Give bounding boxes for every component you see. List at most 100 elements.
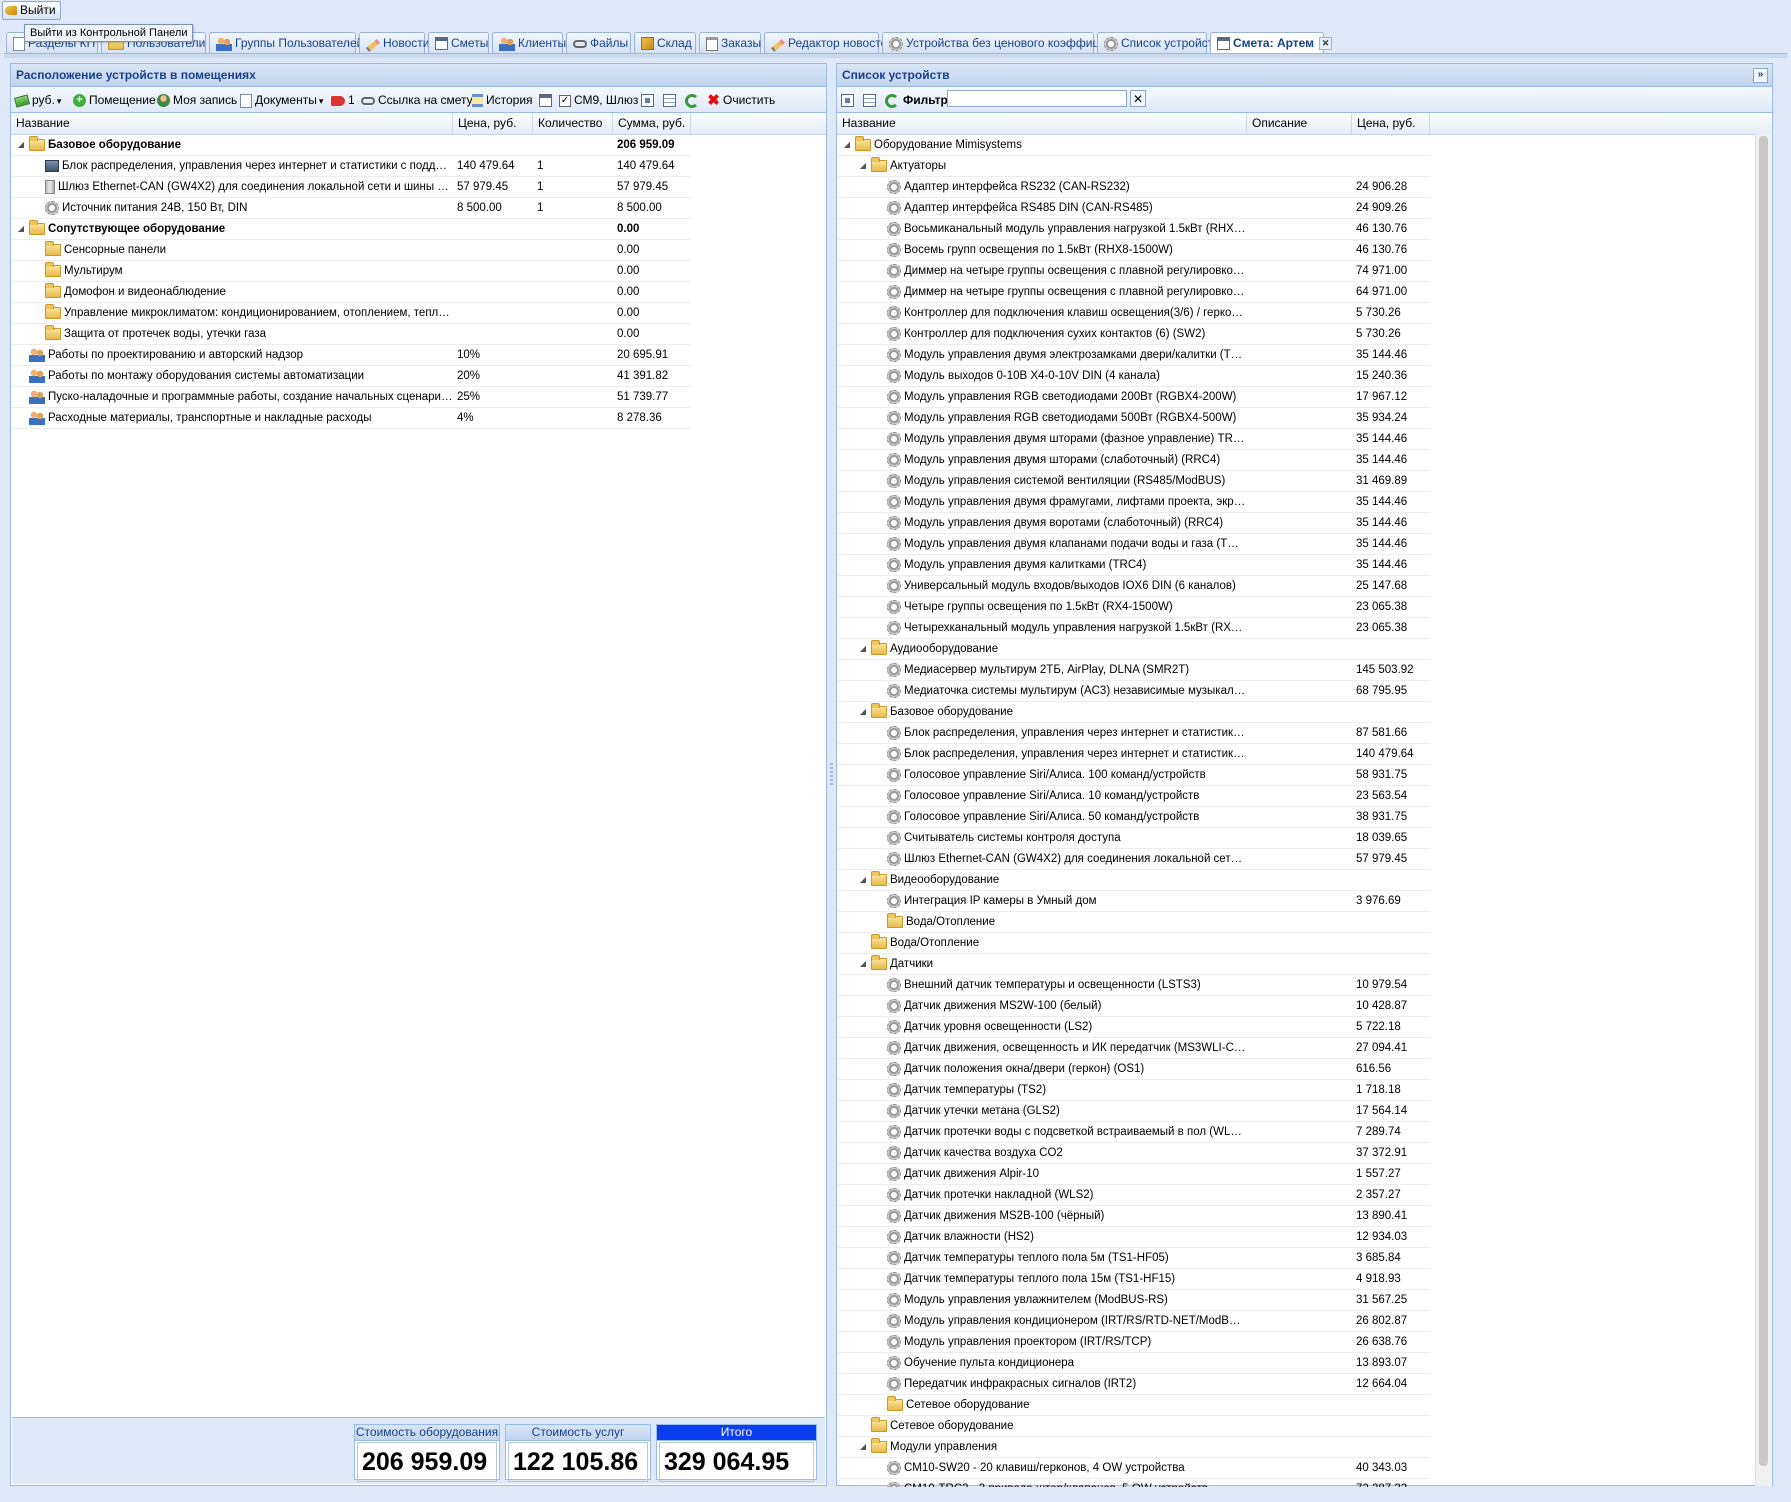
tree-row[interactable]: Датчик качества воздуха CO2 37 372.91 <box>837 1143 1430 1164</box>
tree-row[interactable]: Блок распределения, управления через инт… <box>837 744 1430 765</box>
tree-row[interactable]: Универсальный модуль входов/выходов IOX6… <box>837 576 1430 597</box>
tree-row[interactable]: ◢ Актуаторы <box>837 156 1430 177</box>
tab-6[interactable]: Клиенты <box>492 32 566 53</box>
tree-row[interactable]: ◢ Видеооборудование <box>837 870 1430 891</box>
col-description[interactable]: Описание <box>1247 113 1352 134</box>
tree-row[interactable]: Сетевое оборудование <box>837 1395 1430 1416</box>
tree-row[interactable]: Модуль управления двумя воротами (слабот… <box>837 513 1430 534</box>
tab-8[interactable]: Склад <box>634 32 696 53</box>
tree-row[interactable]: Датчик движения MS2B-100 (чёрный) 13 890.… <box>837 1206 1430 1227</box>
estimate-link-button[interactable]: Ссылка на смету <box>361 92 473 108</box>
tree-row[interactable]: Пуско-наладочные и программные работы, с… <box>11 387 691 408</box>
filter-input[interactable] <box>947 90 1127 107</box>
tree-row[interactable]: Сетевое оборудование <box>837 1416 1430 1437</box>
scrollbar[interactable] <box>1755 134 1772 1486</box>
tree-row[interactable]: ◢ Базовое оборудование <box>837 702 1430 723</box>
refresh-button[interactable] <box>685 92 702 108</box>
expand-all-button[interactable] <box>841 92 857 108</box>
tree-row[interactable]: ◢ Базовое оборудование 206 959.09 <box>11 135 691 156</box>
tree-row[interactable]: Датчик влажности (HS2) 12 934.03 <box>837 1227 1430 1248</box>
tab-10[interactable]: Редактор новостей <box>764 32 894 53</box>
tree-row[interactable]: Медиасервер мультирум 2ТБ, AirPlay, DLNA… <box>837 660 1430 681</box>
tree-row[interactable]: Работы по монтажу оборудования системы а… <box>11 366 691 387</box>
exit-button[interactable]: Выйти <box>2 1 61 20</box>
tree-row[interactable]: Управление микроклиматом: кондиционирова… <box>11 303 691 324</box>
col-price[interactable]: Цена, руб. <box>453 113 533 134</box>
tree-row[interactable]: Датчик температуры (TS2) 1 718.18 <box>837 1080 1430 1101</box>
tree-row[interactable]: Вода/Отопление <box>837 933 1430 954</box>
tree-row[interactable]: Внешний датчик температуры и освещенност… <box>837 975 1430 996</box>
tree-row[interactable]: Считыватель системы контроля доступа 18 0… <box>837 828 1430 849</box>
tab-12[interactable]: Список устройств <box>1097 32 1220 53</box>
tree-row[interactable]: Модуль выходов 0-10В X4-0-10V DIN (4 кан… <box>837 366 1430 387</box>
tree-row[interactable]: Источник питания 24В, 150 Вт, DIN 8 500.0… <box>11 198 691 219</box>
my-record-button[interactable]: Моя запись <box>157 92 237 108</box>
tree-row[interactable]: Модуль управления двумя калитками (TRC4)… <box>837 555 1430 576</box>
tree-row[interactable]: Датчик движения Alpir-10 1 557.27 <box>837 1164 1430 1185</box>
tree-row[interactable]: Контроллер для подключения клавиш освеще… <box>837 303 1430 324</box>
currency-menu[interactable]: руб. <box>13 92 61 108</box>
tree-row[interactable]: Адаптер интерфейса RS485 DIN (CAN-RS485)… <box>837 198 1430 219</box>
tree-row[interactable]: Модуль управления двумя шторами (слабото… <box>837 450 1430 471</box>
tree-row[interactable]: Датчик утечки метана (GLS2) 17 564.14 <box>837 1101 1430 1122</box>
tree-row[interactable]: Блок распределения, управления через инт… <box>837 723 1430 744</box>
tree-row[interactable]: Шлюз Ethernet-CAN (GW4X2) для соединения… <box>837 849 1430 870</box>
tab-5[interactable]: Сметы <box>428 32 489 53</box>
tag-button[interactable]: 1 <box>331 92 355 108</box>
tab-4[interactable]: Новости <box>359 32 429 53</box>
tab-13[interactable]: Смета: Артем ✕ <box>1210 32 1333 55</box>
tab-7[interactable]: Файлы <box>566 32 631 53</box>
tree-row[interactable]: Четырехканальный модуль управления нагру… <box>837 618 1430 639</box>
tree-row[interactable]: Датчик движения MS2W-100 (белый) 10 428.8… <box>837 996 1430 1017</box>
tree-row[interactable]: Датчик уровня освещенности (LS2) 5 722.18 <box>837 1017 1430 1038</box>
tree-row[interactable]: Сенсорные панели 0.00 <box>11 240 691 261</box>
list-button[interactable] <box>663 92 679 108</box>
close-tab-icon[interactable]: ✕ <box>1319 37 1333 51</box>
tree-row[interactable]: ◢ Сопутствующее оборудование 0.00 <box>11 219 691 240</box>
tree-row[interactable]: Модуль управления двумя шторами (фазное … <box>837 429 1430 450</box>
tree-row[interactable]: Датчик температуры теплого пола 5м (TS1-… <box>837 1248 1430 1269</box>
tree-row[interactable]: Блок распределения, управления через инт… <box>11 156 691 177</box>
tree-row[interactable]: Модуль управления проектором (IRT/RS/TCP… <box>837 1332 1430 1353</box>
col-price[interactable]: Цена, руб. <box>1352 113 1430 134</box>
tree-row[interactable]: ◢ Датчики <box>837 954 1430 975</box>
tree-row[interactable]: Восемь групп освещения по 1.5кВт (RHX8-1… <box>837 240 1430 261</box>
tree-row[interactable]: Модуль управления двумя клапанами подачи… <box>837 534 1430 555</box>
tree-row[interactable]: ◢ Оборудование Mimisystems <box>837 135 1430 156</box>
tree-row[interactable]: Работы по проектированию и авторский над… <box>11 345 691 366</box>
clear-button[interactable]: ✖ Очистить <box>707 92 775 108</box>
tree-row[interactable]: Домофон и видеонаблюдение 0.00 <box>11 282 691 303</box>
history-button[interactable]: История <box>472 92 533 108</box>
clear-filter-button[interactable]: ✕ <box>1130 90 1146 107</box>
tab-3[interactable]: Группы Пользователей КП <box>209 32 382 53</box>
tree-row[interactable]: Модуль управления увлажнителем (ModBUS-R… <box>837 1290 1430 1311</box>
tree-row[interactable]: Контроллер для подключения сухих контакт… <box>837 324 1430 345</box>
add-room-button[interactable]: + Помещение <box>73 92 156 108</box>
tree-row[interactable]: Голосовое управление Siri/Алиса. 100 ком… <box>837 765 1430 786</box>
col-name[interactable]: Название <box>837 113 1247 134</box>
tree-row[interactable]: Датчик протечки накладной (WLS2) 2 357.27 <box>837 1185 1430 1206</box>
tree-row[interactable]: Модуль управления RGB светодиодами 500Вт… <box>837 408 1430 429</box>
tree-row[interactable]: Обучение пульта кондиционера 13 893.07 <box>837 1353 1430 1374</box>
collapse-all-button[interactable] <box>863 92 879 108</box>
tab-9[interactable]: Заказы <box>699 32 761 53</box>
tree-row[interactable]: Модуль управления кондиционером (IRT/RS/… <box>837 1311 1430 1332</box>
tree-row[interactable]: Защита от протечек воды, утечки газа 0.00 <box>11 324 691 345</box>
tree-row[interactable]: Модуль управления RGB светодиодами 200Вт… <box>837 387 1430 408</box>
tree-row[interactable]: Датчик положения окна/двери (геркон) (OS… <box>837 1059 1430 1080</box>
grid-button[interactable] <box>539 92 555 108</box>
expand-button[interactable] <box>641 92 657 108</box>
cm9-checkbox[interactable]: ✓ СМ9, Шлюз <box>559 92 638 108</box>
tree-row[interactable]: Модуль управления двумя электрозамками д… <box>837 345 1430 366</box>
tree-row[interactable]: Диммер на четыре группы освещения с плав… <box>837 261 1430 282</box>
refresh-button[interactable] <box>885 92 902 108</box>
col-name[interactable]: Название <box>11 113 453 134</box>
tree-row[interactable]: Восьмиканальный модуль управления нагруз… <box>837 219 1430 240</box>
tree-row[interactable]: ◢ Аудиооборудование <box>837 639 1430 660</box>
tree-row[interactable]: Голосовое управление Siri/Алиса. 50 кома… <box>837 807 1430 828</box>
tree-row[interactable]: Шлюз Ethernet-CAN (GW4X2) для соединения… <box>11 177 691 198</box>
tree-row[interactable]: Четыре группы освещения по 1.5кВт (RX4-1… <box>837 597 1430 618</box>
tree-row[interactable]: Мультирум 0.00 <box>11 261 691 282</box>
tree-row[interactable]: Интеграция IP камеры в Умный дом 3 976.69 <box>837 891 1430 912</box>
tree-row[interactable]: Расходные материалы, транспортные и накл… <box>11 408 691 429</box>
